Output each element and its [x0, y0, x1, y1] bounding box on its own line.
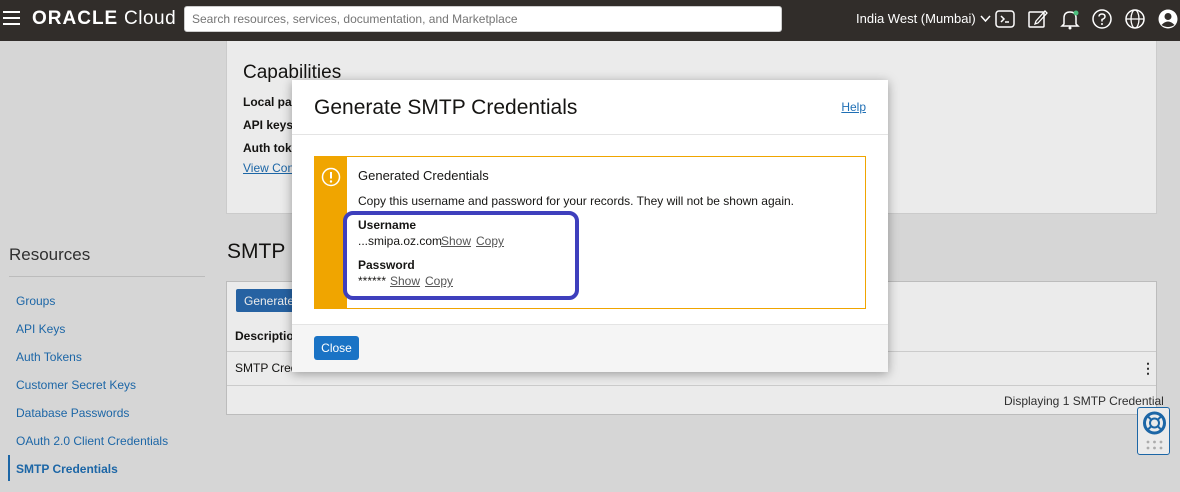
oracle-cloud-logo[interactable]: ORACLE Cloud [32, 8, 176, 30]
credentials-highlight-box [343, 211, 579, 300]
hamburger-menu-icon[interactable] [3, 11, 20, 25]
dialog-help-link[interactable]: Help [841, 100, 866, 114]
top-navigation-bar: ORACLE Cloud India West (Mumbai) [0, 0, 1180, 41]
notifications-bell-icon[interactable] [1059, 8, 1081, 30]
user-profile-icon[interactable] [1157, 8, 1179, 30]
brand-main: ORACLE [32, 8, 119, 29]
chevron-down-icon [980, 11, 991, 26]
dialog-title: Generate SMTP Credentials [314, 96, 578, 119]
language-globe-icon[interactable] [1124, 8, 1146, 30]
dialog-footer: Close [292, 324, 888, 372]
search-input[interactable] [184, 6, 782, 32]
help-icon[interactable] [1091, 8, 1113, 30]
brand-sub: Cloud [124, 8, 177, 29]
region-label: India West (Mumbai) [856, 11, 976, 26]
alert-message: Copy this username and password for your… [358, 194, 795, 208]
alert-title: Generated Credentials [358, 168, 489, 183]
region-selector[interactable]: India West (Mumbai) [856, 11, 991, 26]
edit-icon[interactable] [1027, 8, 1049, 30]
dialog-header-divider [292, 134, 888, 135]
cloud-shell-icon[interactable] [994, 8, 1016, 30]
generated-credentials-alert: Generated Credentials Copy this username… [314, 156, 866, 309]
close-button[interactable]: Close [314, 336, 359, 360]
generate-smtp-credentials-dialog: Generate SMTP Credentials Help Generated… [292, 80, 888, 372]
warning-exclamation-icon [321, 167, 341, 187]
